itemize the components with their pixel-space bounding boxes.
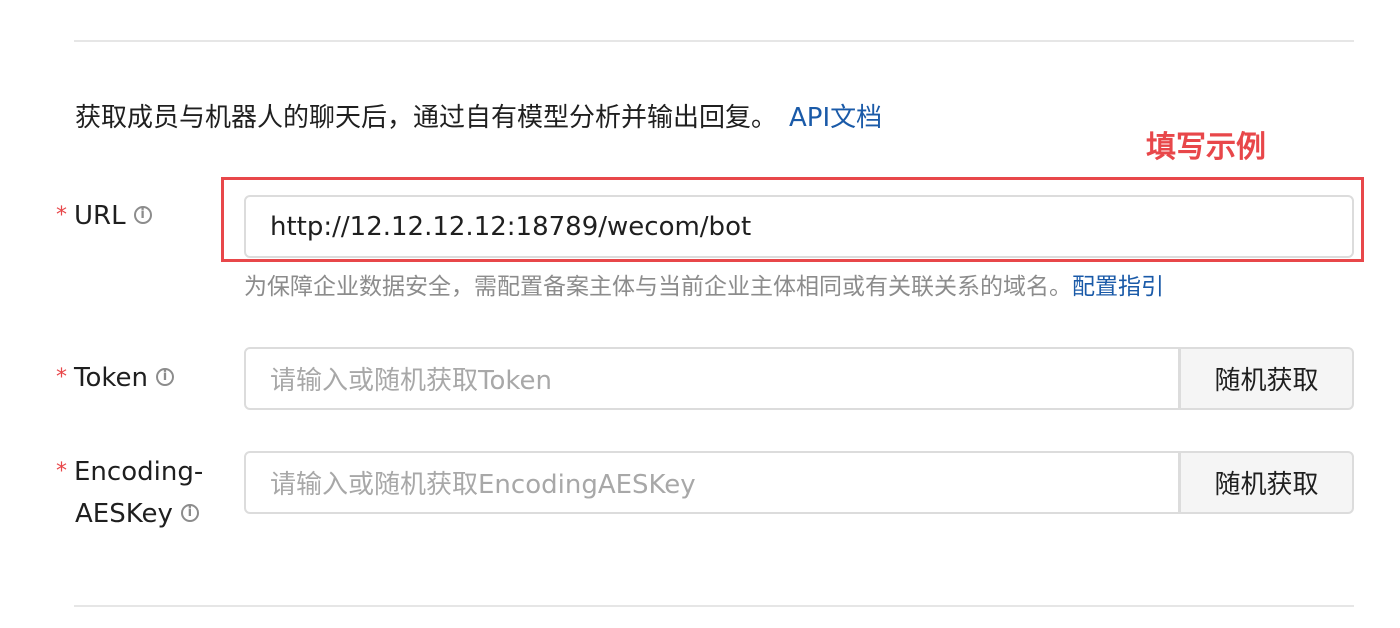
description: 获取成员与机器人的聊天后，通过自有模型分析并输出回复。 API文档: [75, 100, 882, 136]
info-icon[interactable]: i: [180, 503, 199, 522]
token-label-text: Token: [74, 363, 148, 393]
url-label: * URL i: [56, 198, 152, 234]
aeskey-label: * Encoding-: [56, 454, 203, 490]
description-text: 获取成员与机器人的聊天后，通过自有模型分析并输出回复。: [75, 103, 778, 133]
api-doc-link[interactable]: API文档: [789, 103, 882, 133]
token-input[interactable]: 请输入或随机获取Token: [244, 347, 1180, 410]
required-mark: *: [56, 365, 67, 390]
annotation-label: 填写示例: [1146, 130, 1266, 165]
info-icon[interactable]: i: [155, 367, 174, 386]
aeskey-label-line1: Encoding-: [74, 457, 204, 487]
required-mark: *: [56, 459, 67, 484]
info-icon[interactable]: i: [133, 205, 152, 224]
aeskey-input-placeholder: 请输入或随机获取EncodingAESKey: [270, 470, 696, 500]
token-label: * Token i: [56, 360, 174, 396]
aeskey-random-button[interactable]: 随机获取: [1179, 451, 1354, 514]
bottom-divider: [74, 605, 1354, 607]
url-label-text: URL: [74, 201, 126, 231]
top-divider: [74, 40, 1354, 42]
config-guide-link[interactable]: 配置指引: [1072, 274, 1164, 300]
url-hint-text: 为保障企业数据安全，需配置备案主体与当前企业主体相同或有关联关系的域名。: [244, 274, 1072, 300]
required-mark: *: [56, 203, 67, 228]
token-input-placeholder: 请输入或随机获取Token: [270, 366, 552, 396]
aeskey-input[interactable]: 请输入或随机获取EncodingAESKey: [244, 451, 1180, 514]
aeskey-label-continued: AESKey i: [75, 496, 199, 532]
token-random-button[interactable]: 随机获取: [1179, 347, 1354, 410]
url-hint: 为保障企业数据安全，需配置备案主体与当前企业主体相同或有关联关系的域名。配置指引: [244, 270, 1164, 304]
url-input-value: http://12.12.12.12:18789/wecom/bot: [270, 211, 752, 242]
bot-config-form: 获取成员与机器人的聊天后，通过自有模型分析并输出回复。 API文档 填写示例 * U…: [0, 0, 1400, 628]
aeskey-label-line2: AESKey: [75, 499, 173, 529]
url-input[interactable]: http://12.12.12.12:18789/wecom/bot: [244, 195, 1354, 258]
